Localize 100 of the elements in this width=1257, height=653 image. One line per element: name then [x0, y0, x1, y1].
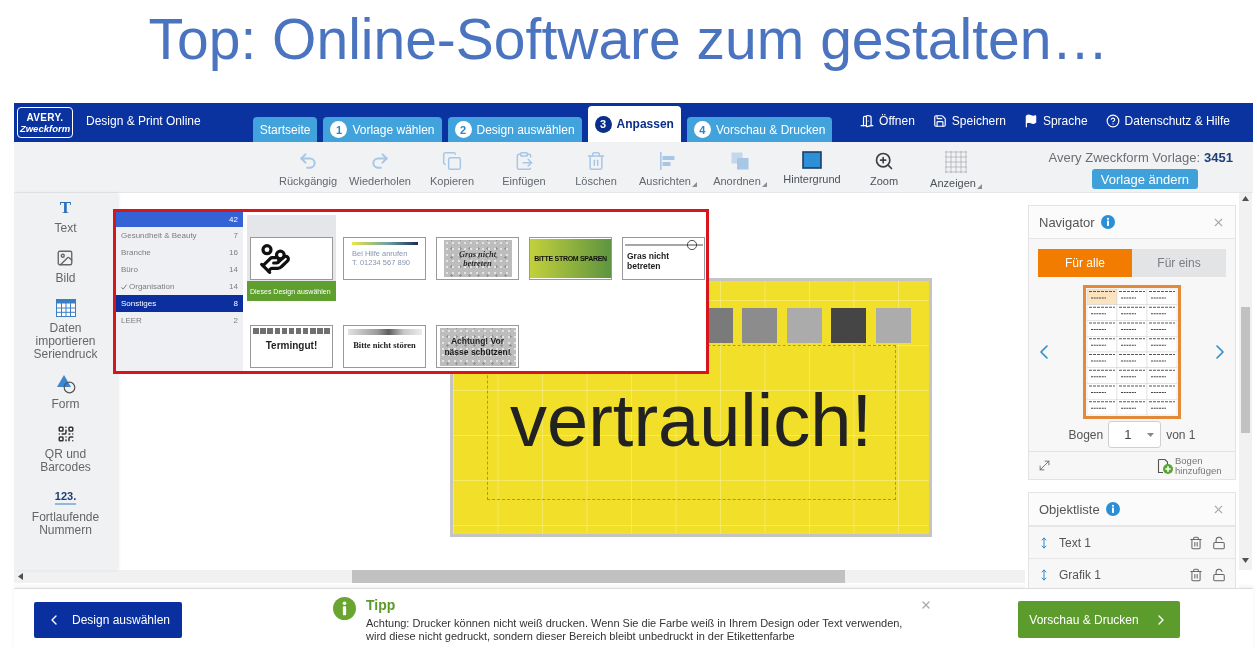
step-number: 2 — [454, 121, 472, 138]
step-tab[interactable]: 2 Design auswählen — [447, 117, 582, 142]
header-link[interactable]: Öffnen — [860, 114, 915, 128]
vertical-scrollbar[interactable] — [1239, 193, 1252, 570]
undo-icon — [298, 151, 318, 171]
info-icon — [1100, 215, 1115, 229]
trash-icon[interactable] — [1189, 535, 1203, 550]
scroll-down-icon[interactable] — [1242, 558, 1249, 563]
square-tile — [787, 308, 822, 343]
shapes-icon — [55, 374, 76, 394]
category-count: 42 — [229, 215, 238, 224]
object-name[interactable]: Grafik 1 — [1059, 567, 1180, 582]
design-thumbnail[interactable]: Achtung! Vor nässe schützen! — [436, 325, 519, 368]
scroll-left-icon[interactable] — [18, 573, 23, 580]
redo-icon — [370, 151, 390, 171]
label-text: vertraulich! — [510, 384, 872, 458]
mode-toggle[interactable]: Für alle — [1038, 249, 1132, 277]
door-icon — [860, 114, 875, 128]
unlocked-padlock-icon[interactable] — [1212, 535, 1226, 550]
sidebar-item[interactable]: T Text — [54, 198, 77, 235]
design-thumbnail[interactable]: Gras nicht betreten — [436, 237, 519, 280]
help-icon — [1105, 114, 1120, 128]
scrollbar-thumb[interactable] — [352, 570, 845, 583]
category-item[interactable]: Gesundheit & Beauty 7 — [116, 227, 243, 244]
header-link[interactable]: Speichern — [932, 114, 1006, 128]
mode-toggle[interactable]: Für eins — [1132, 249, 1226, 277]
design-text: Achtung! Vor nässe schützen! — [443, 336, 512, 357]
add-sheet-button[interactable]: Bogen hinzufügen — [1157, 455, 1227, 476]
square-tile — [831, 308, 866, 343]
flag-icon — [1023, 114, 1038, 128]
step-tab[interactable]: Startseite — [252, 117, 318, 142]
horizontal-scrollbar[interactable] — [14, 570, 1025, 583]
info-icon — [1105, 502, 1120, 516]
app-name: Design & Print Online — [86, 114, 201, 128]
category-item[interactable]: Organisation 14 — [116, 278, 243, 295]
diagonal-arrows-icon[interactable] — [1037, 458, 1052, 473]
scroll-up-icon[interactable] — [1242, 196, 1249, 201]
panel-title: Objektliste — [1039, 501, 1100, 517]
design-text: Bitte nicht stören — [353, 340, 416, 350]
category-item[interactable]: LEER 2 — [116, 312, 243, 329]
category-item[interactable]: Sonstiges 8 — [116, 295, 243, 312]
step-number: 4 — [693, 121, 711, 138]
sheet-label: Bogen — [1068, 427, 1104, 442]
caret-icon — [1147, 432, 1155, 437]
logo-text: Zweckform — [19, 122, 71, 134]
sheet-total: von 1 — [1166, 427, 1196, 442]
category-header[interactable]: 42 — [116, 212, 243, 227]
step-number: 1 — [330, 121, 348, 138]
sidebar-item[interactable]: Daten importieren Seriendruck — [26, 298, 105, 361]
scrollbar-thumb[interactable] — [1241, 307, 1250, 433]
filled-rectangle-icon — [802, 151, 822, 169]
object-name[interactable]: Text 1 — [1059, 535, 1180, 550]
toolbar-button[interactable]: Zoom — [848, 142, 920, 187]
toolbar-button[interactable]: Hintergrund — [776, 142, 848, 185]
copy-icon — [442, 151, 462, 171]
dotted-grid-icon — [945, 151, 967, 173]
table-icon — [55, 299, 76, 317]
step-tab[interactable]: 1 Vorlage wählen — [323, 117, 442, 142]
design-text: Gras nicht betreten — [627, 251, 671, 272]
sidebar-item[interactable]: Bild — [55, 248, 76, 285]
unlocked-padlock-icon[interactable] — [1212, 567, 1226, 582]
tip-text: Achtung: Drucker können nicht weiß drucken. Wenn Sie die Farbe weiß in Ihrem Design oder Text verwenden, wird diese nicht gedruckt, sondern dieser Bereich bleibt unbedruckt in der Etikettenfarbe — [366, 616, 904, 643]
design-thumbnail[interactable]: Bitte nicht stören — [343, 325, 426, 368]
trash-icon[interactable] — [1189, 567, 1203, 582]
category-item[interactable]: Branche 16 — [116, 244, 243, 261]
category-count: 16 — [229, 248, 238, 257]
stacked-squares-icon — [730, 151, 750, 171]
step-tab[interactable]: 3 Anpassen — [587, 106, 681, 142]
design-thumbnail[interactable]: Termingut! — [250, 325, 333, 368]
toolbar-button[interactable]: Anzeigen — [920, 142, 992, 189]
trash-icon — [586, 151, 606, 171]
info-icon — [333, 596, 356, 620]
square-tile — [876, 308, 911, 343]
sheet-select[interactable]: 1 — [1108, 421, 1162, 448]
letter-t-icon: T — [59, 199, 72, 217]
square-tile — [742, 308, 777, 343]
next-button[interactable]: Vorschau & Drucken — [1018, 601, 1180, 638]
panel-title: Navigator — [1039, 214, 1095, 230]
sidebar-item[interactable]: QR und Barcodes — [26, 424, 105, 474]
template-number: 3451 — [1204, 150, 1233, 165]
design-thumbnail[interactable] — [250, 237, 333, 280]
hand-coins-icon — [259, 242, 291, 275]
category-count: 14 — [229, 282, 238, 291]
header-link[interactable]: Datenschutz & Hilfe — [1105, 114, 1230, 128]
category-item[interactable]: Büro 14 — [116, 261, 243, 278]
step-tab[interactable]: 4 Vorschau & Drucken — [686, 117, 833, 142]
zoom-in-icon — [874, 151, 894, 171]
sidebar-item[interactable]: Form — [51, 374, 80, 411]
slide-title: Top: Online-Software zum gestalten… — [148, 6, 1109, 72]
sidebar-item[interactable]: 123. Fortlaufende Nummern — [26, 487, 105, 537]
step-number: 3 — [594, 115, 612, 133]
design-thumbnail[interactable]: Gras nicht betreten — [622, 237, 705, 280]
back-button[interactable]: Design auswählen — [34, 601, 182, 638]
change-template-button[interactable]: Vorlage ändern — [1091, 169, 1198, 189]
logo-text: AVERY. — [26, 111, 64, 123]
add-page-icon — [1157, 457, 1173, 474]
header-link[interactable]: Sprache — [1023, 114, 1088, 128]
design-text: Gras nicht betreten — [457, 249, 498, 268]
clipboard-icon — [514, 151, 534, 171]
category-count: 14 — [229, 265, 238, 274]
